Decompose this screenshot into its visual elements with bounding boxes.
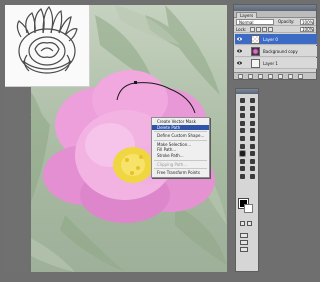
quick-mask-toggle — [240, 221, 254, 227]
standard-mode-icon[interactable] — [240, 221, 245, 226]
shape-preview — [5, 5, 90, 87]
menu-separator — [154, 168, 207, 170]
blur-tool-icon[interactable] — [238, 143, 248, 151]
eraser-tool-icon[interactable] — [238, 135, 248, 143]
lock-transparency-icon[interactable] — [250, 27, 255, 32]
layer-thumbnail — [251, 35, 260, 44]
blend-mode-select[interactable]: Normal — [236, 19, 274, 25]
context-menu: Create Vector Mask Delete Path Define Cu… — [151, 117, 210, 178]
layers-bottom-bar — [234, 72, 316, 79]
screen-mode-group — [240, 233, 254, 257]
menu-separator — [154, 159, 207, 161]
menu-separator — [154, 131, 207, 133]
adjustment-icon[interactable] — [268, 74, 273, 79]
path-selection-tool-icon[interactable] — [238, 158, 248, 166]
pen-tool-icon[interactable] — [238, 150, 248, 158]
menu-item-delete-path[interactable]: Delete Path — [152, 124, 209, 131]
clone-stamp-tool-icon[interactable] — [238, 127, 248, 135]
magic-wand-tool-icon[interactable] — [248, 105, 258, 113]
fx-icon[interactable] — [248, 74, 253, 79]
eyedropper-tool-icon[interactable] — [248, 165, 258, 173]
brush-tool-icon[interactable] — [248, 120, 258, 128]
layer-name: Background copy — [263, 49, 298, 54]
eye-icon[interactable] — [237, 49, 242, 53]
zoom-tool-icon[interactable] — [248, 173, 258, 181]
full-screen-menu-mode-icon[interactable] — [240, 240, 248, 245]
lock-all-icon[interactable] — [268, 27, 273, 32]
healing-brush-tool-icon[interactable] — [238, 120, 248, 128]
lock-row: Lock: 100% — [234, 26, 316, 33]
menu-item-free-transform-points[interactable]: Free Transform Points — [152, 170, 209, 176]
new-layer-icon[interactable] — [288, 74, 293, 79]
lock-label: Lock: — [236, 27, 247, 32]
lasso-tool-icon[interactable] — [238, 105, 248, 113]
mask-icon[interactable] — [258, 74, 263, 79]
tools-titlebar[interactable] — [236, 89, 258, 94]
tool-grid — [238, 97, 258, 181]
layer-row-layer-1[interactable]: Layer 1 — [235, 58, 317, 69]
layer-name: Layer 1 — [263, 61, 278, 66]
eye-icon[interactable] — [237, 61, 242, 65]
opacity-label: Opacity: — [278, 19, 295, 24]
quick-mask-icon[interactable] — [247, 221, 252, 226]
full-screen-mode-icon[interactable] — [240, 247, 248, 252]
layer-thumbnail — [251, 47, 260, 56]
slice-tool-icon[interactable] — [248, 112, 258, 120]
type-tool-icon[interactable] — [248, 150, 258, 158]
history-brush-tool-icon[interactable] — [248, 127, 258, 135]
menu-item-clipping-path: Clipping Path... — [157, 161, 188, 167]
layer-row-background-copy[interactable]: Background copy — [235, 46, 317, 57]
canvas-margin — [5, 87, 31, 272]
fill-input[interactable]: 100% — [300, 27, 314, 32]
workspace: Create Vector Mask Delete Path Define Cu… — [0, 0, 320, 282]
layer-name: Layer 0 — [263, 37, 278, 42]
standard-screen-mode-icon[interactable] — [240, 233, 248, 238]
trash-icon[interactable] — [298, 74, 303, 79]
layer-thumbnail — [251, 59, 260, 68]
lock-position-icon[interactable] — [262, 27, 267, 32]
opacity-input[interactable]: 100% — [300, 19, 314, 25]
move-tool-icon[interactable] — [238, 97, 248, 105]
menu-item-stroke-path[interactable]: Stroke Path... — [152, 153, 209, 159]
notes-tool-icon[interactable] — [238, 165, 248, 173]
lock-image-icon[interactable] — [256, 27, 261, 32]
flower-shape-icon — [16, 6, 78, 74]
gradient-tool-icon[interactable] — [248, 135, 258, 143]
panel-tabs: Layers — [234, 11, 316, 18]
layers-panel: Layers Normal Opacity: 100% Lock: 100% L… — [233, 4, 317, 80]
layer-options-row: Normal Opacity: 100% — [234, 18, 316, 26]
layer-row-layer-0[interactable]: Layer 0 — [235, 34, 317, 45]
link-icon[interactable] — [238, 74, 243, 79]
shape-tool-icon[interactable] — [248, 158, 258, 166]
tools-panel — [235, 88, 259, 272]
background-color-swatch[interactable] — [244, 204, 253, 213]
marquee-tool-icon[interactable] — [248, 97, 258, 105]
eye-icon[interactable] — [237, 37, 242, 41]
hand-tool-icon[interactable] — [238, 173, 248, 181]
folder-icon[interactable] — [278, 74, 283, 79]
menu-separator — [154, 139, 207, 141]
dodge-tool-icon[interactable] — [248, 143, 258, 151]
crop-tool-icon[interactable] — [238, 112, 248, 120]
menu-item-define-custom-shape[interactable]: Define Custom Shape... — [152, 133, 209, 139]
lock-icons — [250, 27, 273, 32]
